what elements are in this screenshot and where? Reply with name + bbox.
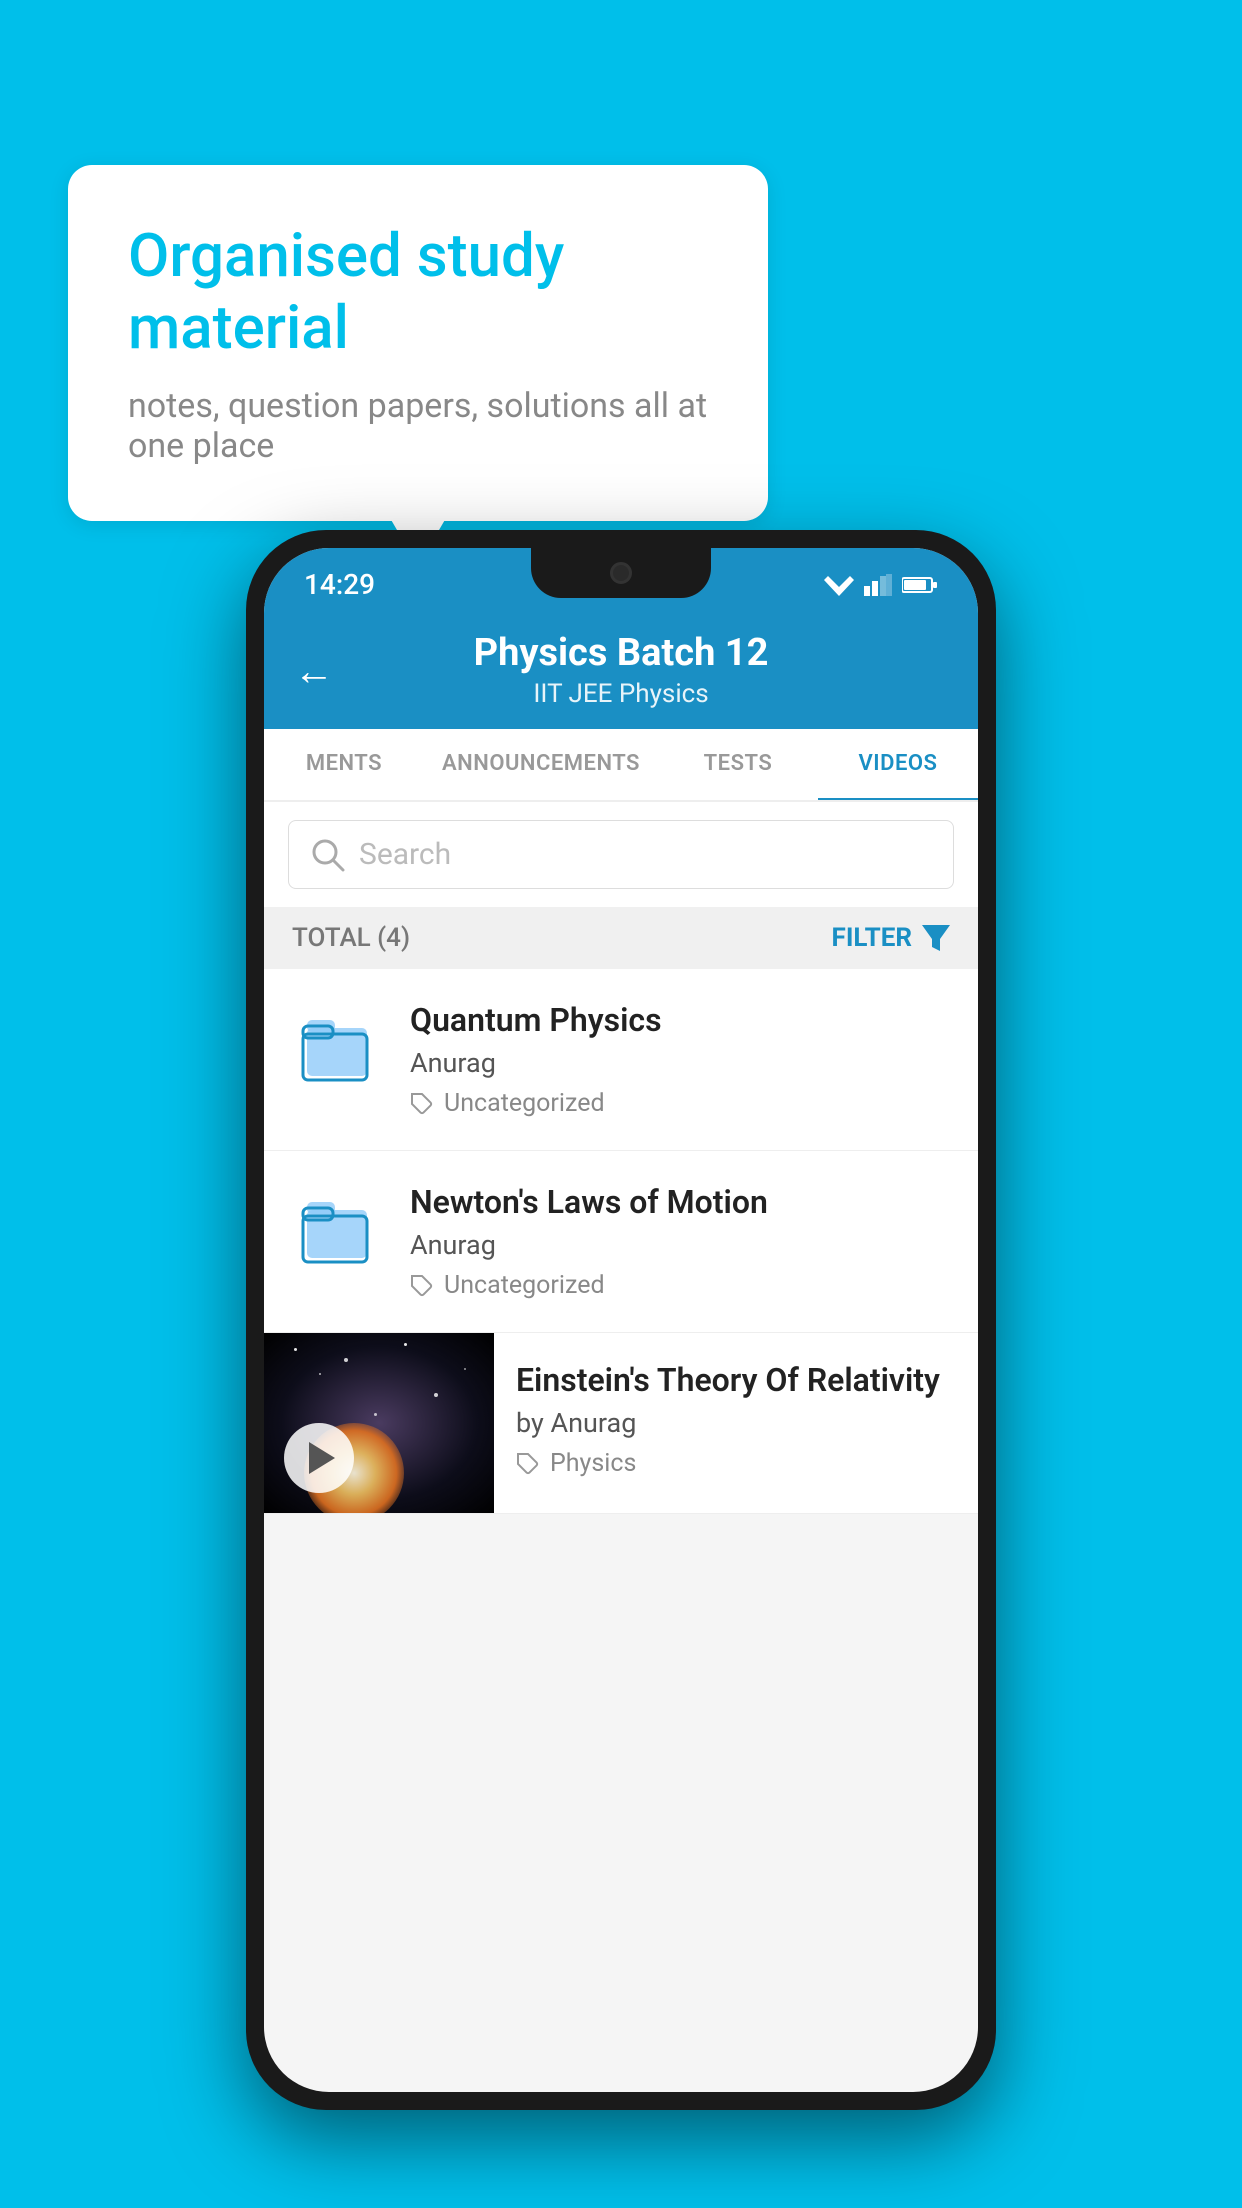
item-title: Newton's Laws of Motion bbox=[410, 1183, 950, 1221]
back-button[interactable]: ← bbox=[294, 648, 334, 695]
tabs-container: MENTS ANNOUNCEMENTS TESTS VIDEOS bbox=[264, 729, 978, 802]
search-icon bbox=[311, 838, 345, 872]
item-icon bbox=[292, 1001, 382, 1091]
phone-screen: 14:29 bbox=[264, 548, 978, 2092]
tag-icon bbox=[410, 1274, 434, 1298]
search-container: Search bbox=[264, 802, 978, 907]
header-subtitle: IIT JEE Physics bbox=[294, 679, 948, 709]
item-text: Quantum Physics Anurag Uncategorized bbox=[410, 1001, 950, 1118]
tag-icon bbox=[516, 1452, 540, 1476]
speech-bubble: Organised study material notes, question… bbox=[68, 165, 768, 521]
play-button[interactable] bbox=[284, 1423, 354, 1493]
tag-label: Physics bbox=[550, 1449, 636, 1478]
header-title: Physics Batch 12 bbox=[294, 631, 948, 675]
item-icon bbox=[292, 1183, 382, 1273]
list-item[interactable]: Quantum Physics Anurag Uncategorized bbox=[264, 969, 978, 1151]
item-tag: Uncategorized bbox=[410, 1089, 950, 1118]
filter-label: FILTER bbox=[832, 923, 912, 953]
tag-label: Uncategorized bbox=[444, 1271, 605, 1300]
search-input[interactable]: Search bbox=[359, 837, 451, 872]
filter-bar: TOTAL (4) FILTER bbox=[264, 907, 978, 969]
filter-icon bbox=[922, 925, 950, 951]
tab-ments[interactable]: MENTS bbox=[264, 729, 424, 800]
thumbnail-bg bbox=[264, 1333, 494, 1513]
battery-icon bbox=[902, 576, 938, 594]
wifi-icon bbox=[824, 574, 854, 596]
speech-bubble-subtitle: notes, question papers, solutions all at… bbox=[128, 386, 708, 466]
list-item[interactable]: Newton's Laws of Motion Anurag Uncategor… bbox=[264, 1151, 978, 1333]
media-item-text: Einstein's Theory Of Relativity by Anura… bbox=[494, 1333, 978, 1506]
tag-icon bbox=[410, 1092, 434, 1116]
list-item-media[interactable]: Einstein's Theory Of Relativity by Anura… bbox=[264, 1333, 978, 1514]
tab-announcements[interactable]: ANNOUNCEMENTS bbox=[424, 729, 658, 800]
status-icons bbox=[824, 574, 938, 596]
signal-icon bbox=[864, 574, 892, 596]
filter-button[interactable]: FILTER bbox=[832, 923, 950, 953]
status-time: 14:29 bbox=[304, 568, 375, 601]
media-thumbnail bbox=[264, 1333, 494, 1513]
phone-frame: 14:29 bbox=[246, 530, 996, 2110]
item-text: Newton's Laws of Motion Anurag Uncategor… bbox=[410, 1183, 950, 1300]
item-author: by Anurag bbox=[516, 1407, 956, 1439]
tab-tests[interactable]: TESTS bbox=[658, 729, 818, 800]
content-list: Quantum Physics Anurag Uncategorized bbox=[264, 969, 978, 1514]
phone-notch bbox=[531, 548, 711, 598]
play-triangle-icon bbox=[309, 1442, 335, 1474]
total-count: TOTAL (4) bbox=[292, 923, 410, 953]
speech-bubble-container: Organised study material notes, question… bbox=[68, 165, 768, 521]
phone-container: 14:29 bbox=[246, 530, 996, 2110]
app-header: ← Physics Batch 12 IIT JEE Physics bbox=[264, 613, 978, 729]
search-input-wrapper[interactable]: Search bbox=[288, 820, 954, 889]
folder-icon bbox=[301, 1006, 373, 1086]
item-tag: Physics bbox=[516, 1449, 956, 1478]
item-tag: Uncategorized bbox=[410, 1271, 950, 1300]
item-author: Anurag bbox=[410, 1229, 950, 1261]
speech-bubble-title: Organised study material bbox=[128, 220, 708, 364]
item-title: Einstein's Theory Of Relativity bbox=[516, 1361, 956, 1399]
front-camera bbox=[610, 562, 632, 584]
tab-videos[interactable]: VIDEOS bbox=[818, 729, 978, 802]
folder-icon bbox=[301, 1188, 373, 1268]
tag-label: Uncategorized bbox=[444, 1089, 605, 1118]
item-title: Quantum Physics bbox=[410, 1001, 950, 1039]
item-author: Anurag bbox=[410, 1047, 950, 1079]
